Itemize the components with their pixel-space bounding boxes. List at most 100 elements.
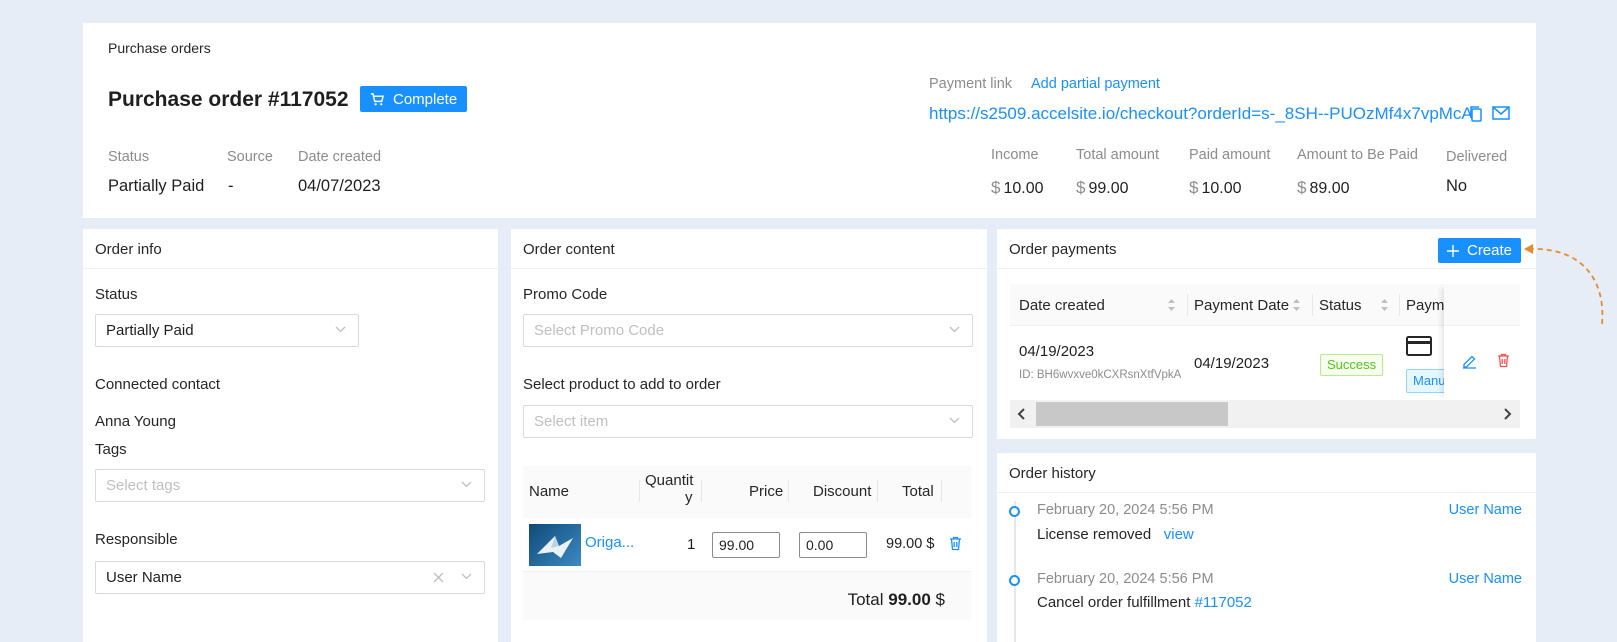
paid-amount-label: Paid amount bbox=[1189, 147, 1271, 163]
product-select[interactable]: Select item bbox=[523, 405, 973, 438]
col-total: Total bbox=[902, 483, 934, 500]
status-select[interactable]: Partially Paid bbox=[95, 314, 359, 347]
page-title: Purchase order #117052 bbox=[108, 88, 349, 111]
select-product-label: Select product to add to order bbox=[523, 376, 721, 393]
status-field-label: Status bbox=[95, 286, 138, 303]
sort-icon[interactable] bbox=[1380, 298, 1389, 312]
plus-icon bbox=[1446, 244, 1459, 257]
income-value: $10.00 bbox=[991, 178, 1044, 197]
history-time: February 20, 2024 5:56 PM bbox=[1037, 502, 1214, 518]
history-user-link[interactable]: User Name bbox=[1449, 502, 1522, 518]
col-status[interactable]: Status bbox=[1319, 297, 1362, 314]
complete-button[interactable]: Complete bbox=[360, 86, 468, 112]
status-value: Partially Paid bbox=[108, 177, 205, 195]
history-view-link[interactable]: view bbox=[1164, 526, 1194, 543]
connected-contact-link[interactable]: Anna Young bbox=[95, 413, 176, 430]
date-created-label: Date created bbox=[298, 149, 382, 165]
chevron-right-icon[interactable] bbox=[1504, 408, 1512, 420]
col-price: Price bbox=[749, 483, 784, 500]
timeline-dot bbox=[1009, 506, 1020, 517]
history-entry: Cancel order fulfillment #117052 bbox=[1037, 594, 1252, 611]
sort-icon[interactable] bbox=[1292, 298, 1301, 312]
payment-url-link[interactable]: https://s2509.accelsite.io/checkout?orde… bbox=[929, 104, 1473, 124]
promo-code-label: Promo Code bbox=[523, 286, 608, 303]
order-content-card: Order content Promo Code Select Promo Co… bbox=[511, 229, 987, 642]
status-label: Status bbox=[108, 149, 150, 165]
annotation-arrow bbox=[1524, 244, 1604, 325]
total-amount-value: $99.00 bbox=[1076, 178, 1129, 197]
payment-date-created: 04/19/2023 bbox=[1019, 343, 1095, 360]
complete-label: Complete bbox=[393, 90, 458, 108]
amount-due-label: Amount to Be Paid bbox=[1297, 147, 1418, 163]
price-input[interactable]: 99.00 bbox=[712, 532, 780, 558]
responsible-select[interactable]: User Name bbox=[95, 561, 485, 594]
col-discount: Discount bbox=[813, 483, 872, 500]
create-payment-button[interactable]: Create bbox=[1438, 238, 1521, 263]
product-table-header: Name Quantit y Price Discount Total bbox=[523, 466, 971, 518]
source-label: Source bbox=[227, 149, 273, 165]
chevron-down-icon bbox=[461, 573, 472, 580]
trash-icon[interactable] bbox=[1497, 353, 1510, 368]
col-date-created[interactable]: Date created bbox=[1019, 297, 1105, 314]
status-badge: Success bbox=[1320, 354, 1384, 376]
scrollbar-thumb[interactable] bbox=[1036, 402, 1228, 426]
tags-label: Tags bbox=[95, 441, 127, 458]
order-info-title: Order info bbox=[83, 229, 498, 269]
history-order-link[interactable]: #117052 bbox=[1195, 594, 1252, 611]
order-history-card: Order history February 20, 2024 5:56 PM … bbox=[997, 453, 1536, 642]
order-info-card: Order info Status Partially Paid Connect… bbox=[83, 229, 498, 642]
responsible-value: User Name bbox=[106, 569, 182, 586]
edit-icon[interactable] bbox=[1462, 354, 1477, 369]
chevron-down-icon bbox=[461, 481, 472, 488]
source-value: - bbox=[228, 177, 234, 195]
clear-icon[interactable] bbox=[433, 572, 444, 583]
order-total: Total 99.00 $ bbox=[847, 590, 945, 609]
responsible-label: Responsible bbox=[95, 531, 178, 548]
delivered-value: No bbox=[1446, 177, 1468, 195]
col-payment-date[interactable]: Payment Date bbox=[1194, 297, 1289, 314]
product-table: Name Quantit y Price Discount Total Origa… bbox=[523, 466, 971, 620]
chevron-down-icon bbox=[949, 326, 960, 333]
promo-code-select[interactable]: Select Promo Code bbox=[523, 314, 973, 347]
total-amount-label: Total amount bbox=[1076, 147, 1160, 163]
payment-link-label: Payment link bbox=[929, 76, 1013, 92]
tags-select[interactable]: Select tags bbox=[95, 469, 485, 502]
add-partial-payment-link[interactable]: Add partial payment bbox=[1031, 76, 1160, 92]
payment-date: 04/19/2023 bbox=[1194, 355, 1270, 372]
date-created-value: 04/07/2023 bbox=[298, 177, 381, 195]
chevron-down-icon bbox=[949, 417, 960, 424]
discount-input[interactable]: 0.00 bbox=[799, 532, 867, 558]
table-row: Origa... 1 99.00 0.00 99.00 $ bbox=[523, 518, 971, 572]
history-entry: License removed view bbox=[1037, 526, 1194, 543]
cart-icon bbox=[370, 92, 385, 107]
chevron-left-icon[interactable] bbox=[1017, 408, 1025, 420]
order-total-row: Total 99.00 $ bbox=[523, 572, 971, 620]
status-select-value: Partially Paid bbox=[106, 322, 194, 339]
order-payments-card: Order payments Create Date created Payme… bbox=[997, 229, 1536, 439]
sort-icon[interactable] bbox=[1167, 298, 1176, 312]
chevron-down-icon bbox=[335, 326, 346, 333]
timeline-line bbox=[1014, 501, 1016, 642]
timeline-dot bbox=[1009, 575, 1020, 586]
breadcrumb[interactable]: Purchase orders bbox=[108, 40, 211, 56]
product-name-link[interactable]: Origa... bbox=[585, 534, 634, 551]
promo-code-placeholder: Select Promo Code bbox=[534, 322, 665, 339]
order-content-title: Order content bbox=[511, 229, 987, 269]
delivered-label: Delivered bbox=[1446, 149, 1508, 165]
trash-icon[interactable] bbox=[949, 536, 962, 551]
copy-icon[interactable] bbox=[1468, 105, 1484, 123]
connected-contact-label: Connected contact bbox=[95, 376, 221, 393]
order-header: Purchase orders Purchase order #117052 C… bbox=[83, 23, 1536, 218]
amount-due-value: $89.00 bbox=[1297, 178, 1350, 197]
product-thumbnail bbox=[529, 524, 581, 566]
row-total: 99.00 $ bbox=[886, 536, 935, 552]
paid-amount-value: $10.00 bbox=[1189, 178, 1242, 197]
mail-icon[interactable] bbox=[1492, 106, 1510, 120]
history-user-link[interactable]: User Name bbox=[1449, 571, 1522, 587]
history-time: February 20, 2024 5:56 PM bbox=[1037, 571, 1214, 587]
horizontal-scrollbar[interactable] bbox=[1010, 400, 1520, 428]
credit-card-icon bbox=[1406, 336, 1432, 356]
payment-id: ID: BH6wvxve0kCXRsnXtfVpkA bbox=[1019, 369, 1182, 381]
order-history-title: Order history bbox=[997, 453, 1536, 493]
payments-table: Date created Payment Date Status Payme 0… bbox=[1010, 284, 1520, 428]
